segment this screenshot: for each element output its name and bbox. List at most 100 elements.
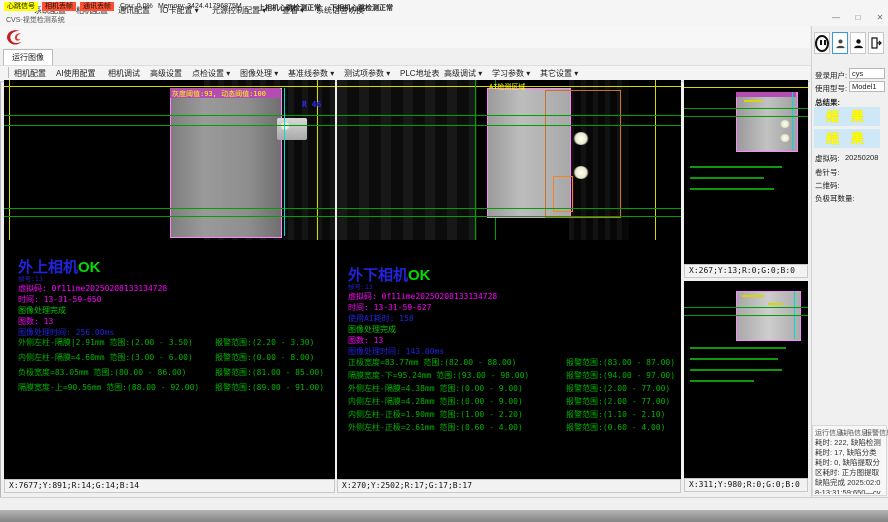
measurement-text: 内侧左柱-正极=1.90mm 范围:(1.00 - 2.20) <box>348 409 523 420</box>
pause-button[interactable] <box>814 32 830 54</box>
lower-cam-heartbeat: 下相机心跳检测正常 <box>330 3 393 13</box>
close-button[interactable]: ✕ <box>872 12 888 24</box>
measurement-row: 外侧左柱-隔膜|2.91mm 范围:(2.00 - 3.50) 报警范围:(2.… <box>18 337 328 352</box>
model-value[interactable]: Model1 <box>849 81 885 92</box>
needle-number-label: 卷针号: <box>815 167 840 178</box>
user-dark-icon <box>853 38 864 49</box>
tool-advanced-debug[interactable]: 高级调试 ▾ <box>444 68 482 79</box>
alarm-range-text: 报警范围:(2.00 - 77.00) <box>566 383 670 394</box>
r-value-label: R 46 <box>302 100 321 109</box>
tool-check-setup[interactable]: 点检设置 ▾ <box>192 68 230 79</box>
measurement-text: 外侧左柱-隔膜|2.91mm 范围:(2.00 - 3.50) <box>18 337 193 348</box>
tool-other-setup[interactable]: 其它设置 ▾ <box>540 68 578 79</box>
weld-spot <box>573 166 589 179</box>
tab-run-image[interactable]: 运行图像 <box>3 49 53 66</box>
upper-cam-heartbeat: 上相机心跳检测正常 <box>258 3 321 13</box>
cpu-usage: Cpu: 0.0% <box>120 3 153 10</box>
tool-test-params[interactable]: 测试项参数 ▾ <box>344 68 390 79</box>
baseline-2 <box>684 116 808 117</box>
window-bottom-edge <box>0 510 888 522</box>
pause-icon <box>815 35 829 52</box>
mini-marker-yellow <box>768 303 782 305</box>
tool-plc-table[interactable]: PLC地址表 <box>400 68 440 79</box>
virtual-code-line: 虚拟码: 0f11ime20250208133134728 <box>18 283 167 294</box>
logout-user-button[interactable] <box>850 32 866 54</box>
weld-spot <box>780 120 790 128</box>
baseline-upper-1 <box>4 115 335 116</box>
edge-line-cyan <box>284 88 285 236</box>
baseline-lower-2 <box>337 216 681 217</box>
app-title: CVS-视觉检测系统 <box>6 15 65 25</box>
baseline-1 <box>684 108 808 109</box>
toolbar-separator <box>8 67 9 78</box>
qr-code-label: 二维码: <box>815 180 840 191</box>
maximize-button[interactable]: □ <box>850 12 866 24</box>
app-root: CVS-视觉检测系统 — □ ✕ 系统配置 相机配置 通讯配置 IO卡配置 ▾ … <box>0 0 888 522</box>
virtual-code-line: 虚拟码: 0f11ime20250208133134728 <box>348 291 497 302</box>
alarm-range-text: 报警范围:(0.60 - 4.00) <box>566 422 665 433</box>
model-label: 使用型号: <box>815 83 847 94</box>
baseline-lower-1 <box>4 208 335 209</box>
baseline-lower-2 <box>4 216 335 217</box>
mini-marker-yellow <box>742 295 764 297</box>
baseline-lower-1 <box>337 208 681 209</box>
camera-ok-flag: OK <box>408 267 431 284</box>
measurement-text: 负极宽度=83.05mm 范围:(80.00 - 86.00) <box>18 367 186 378</box>
weld-spot <box>573 132 589 145</box>
ai-detect-rect-inner <box>553 176 573 212</box>
login-user-value[interactable]: cys <box>849 68 885 79</box>
baseline-upper-1 <box>337 115 681 116</box>
tool-advanced-setup[interactable]: 高级设置 <box>150 68 182 79</box>
mini-view-2[interactable] <box>684 281 808 478</box>
image-count-line: 图数: 13 <box>348 335 383 346</box>
alarm-range-text: 报警范围:(1.10 - 2.10) <box>566 409 665 420</box>
center-view-coords: X:270;Y:2502;R:17;G:17;B:17 <box>337 479 681 493</box>
tool-camera-debug[interactable]: 相机调试 <box>108 68 140 79</box>
tab-defect-info[interactable]: 缺陷信息 <box>840 428 868 438</box>
tool-learn-params[interactable]: 学习参数 ▾ <box>492 68 530 79</box>
ai-time-line: 使用AI耗时: 158 <box>348 313 414 324</box>
alarm-range-text: 报警范围:(89.00 - 91.00) <box>215 382 324 393</box>
mini-view-2-coords: X:311;Y:980;R:0;G:0;B:0 <box>684 478 808 492</box>
camera-ok-flag: OK <box>78 259 101 276</box>
tab-alarm-info[interactable]: 报警信息 <box>865 428 888 438</box>
tab-count-label: 负极耳数量: <box>815 193 855 204</box>
run-log-text: 耗时: 222, 缺陷检测耗时: 17, 缺陷分类耗时: 0, 缺陷提取分区耗时… <box>815 438 884 494</box>
frame-label: 帧号:13 <box>348 281 373 291</box>
tool-camera-config[interactable]: 相机配置 <box>14 68 46 79</box>
mini-view-1[interactable] <box>684 80 808 264</box>
alarm-range-text: 报警范围:(2.20 - 3.30) <box>215 337 314 348</box>
overlay-text-row <box>690 347 786 349</box>
comm-drop-badge: 通讯丢帧 <box>80 2 114 11</box>
time-line: 时间: 13-31-59-627 <box>348 302 431 313</box>
exit-door-icon <box>870 37 882 49</box>
measurement-row: 外侧左柱-正极=2.61mm 范围:(0.60 - 4.00) 报警范围:(0.… <box>348 422 678 434</box>
tool-ai-use-config[interactable]: AI使用配置 <box>56 68 96 79</box>
left-camera-view[interactable]: 灰度阈值:93, 动态阈值:100 R 46 外上相机OK 帧号:13 虚拟码:… <box>4 80 335 479</box>
tool-baseline-params[interactable]: 基准线参数 ▾ <box>288 68 334 79</box>
login-user-label: 登录用户: <box>815 70 847 81</box>
measurement-row: 负极宽度=83.05mm 范围:(80.00 - 86.00) 报警范围:(81… <box>18 367 328 382</box>
measurement-text: 内侧左柱-隔膜=4.60mm 范围:(3.00 - 6.00) <box>18 352 193 363</box>
mini-marker-yellow <box>744 100 762 102</box>
tool-image-process[interactable]: 图像处理 ▾ <box>240 68 278 79</box>
measurement-row: 内侧左柱-隔膜=4.60mm 范围:(3.00 - 6.00) 报警范围:(0.… <box>18 352 328 367</box>
login-user-button[interactable] <box>832 32 848 54</box>
tab-run-info[interactable]: 运行信息 <box>815 428 843 438</box>
process-status-line: 图像处理完成 <box>348 324 396 335</box>
heartbeat-badge: 心跳信号 <box>4 2 38 11</box>
center-camera-view[interactable]: AI检测区域 外下相机OK 帧号:13 虚拟码: 0f11ime20250208… <box>337 80 681 479</box>
alarm-range-text: 报警范围:(94.00 - 97.00) <box>566 370 675 381</box>
measurement-row: 隔膜宽度-下=95.24mm 范围:(93.00 - 98.00) 报警范围:(… <box>348 370 678 382</box>
left-view-coords: X:7677;Y:891;R:14;G:14;B:14 <box>4 479 335 493</box>
camera-drop-badge: 相机丢帧 <box>42 2 76 11</box>
exit-button[interactable] <box>868 32 884 54</box>
baseline-upper-2 <box>4 125 335 126</box>
edge-line-cyan <box>792 92 793 150</box>
measurement-row: 正极宽度=83.77mm 范围:(82.00 - 88.00) 报警范围:(83… <box>348 357 678 369</box>
reference-line-horizontal <box>4 86 335 87</box>
overlay-text-row <box>690 166 782 168</box>
time-line: 时间: 13-31-59-650 <box>18 294 101 305</box>
baseline-1 <box>684 307 808 308</box>
minimize-button[interactable]: — <box>828 12 844 24</box>
